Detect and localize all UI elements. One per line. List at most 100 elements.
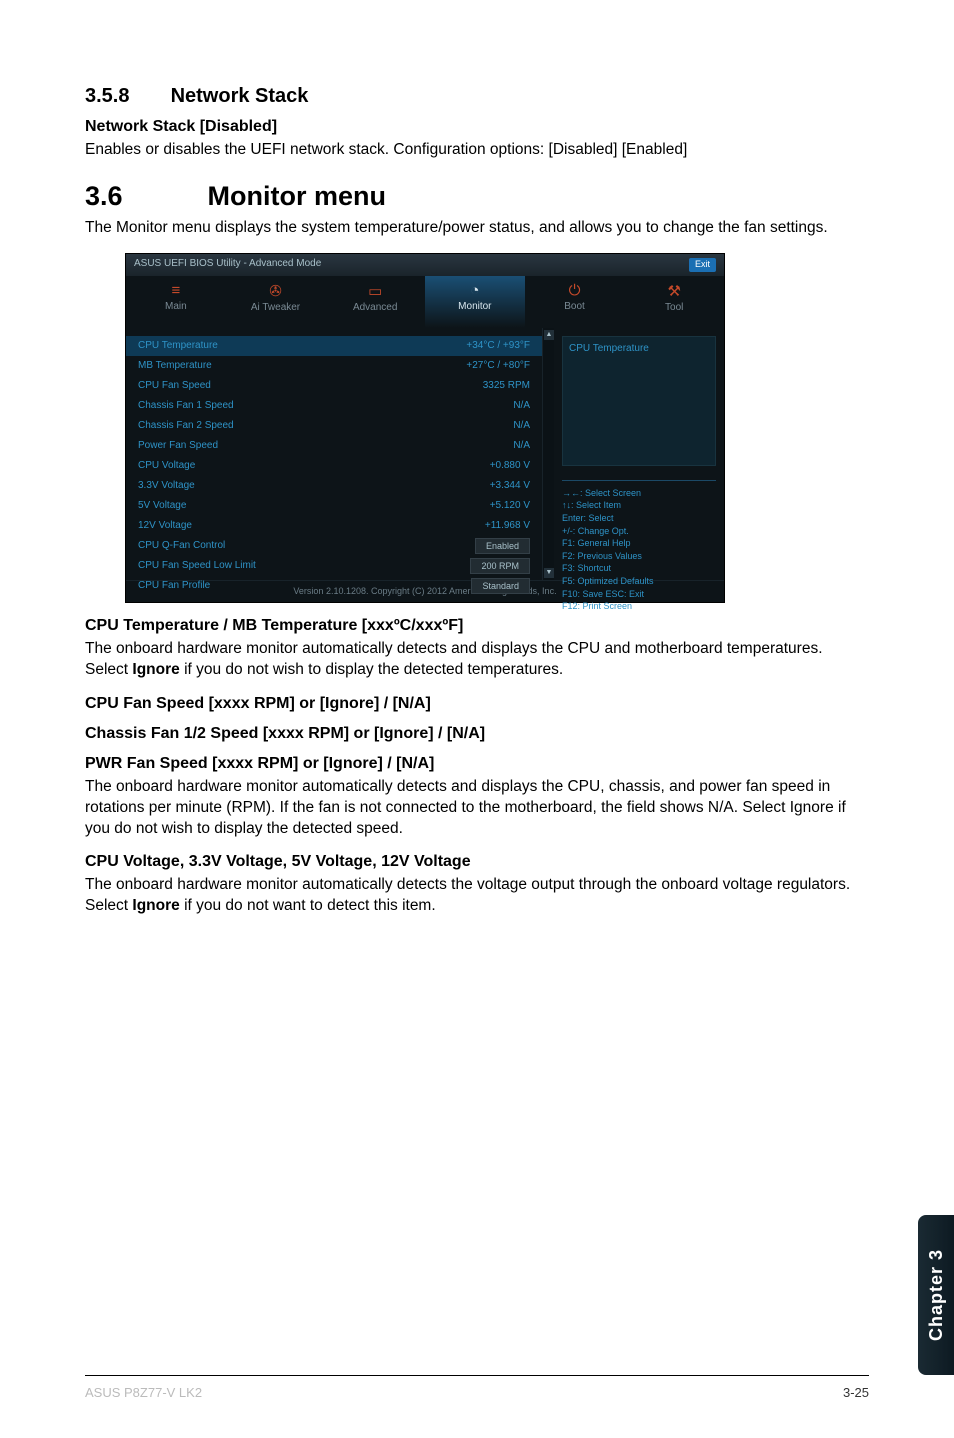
- row-label: CPU Fan Profile: [138, 580, 210, 591]
- tab-label: Ai Tweaker: [251, 302, 300, 313]
- chip-icon: ▭: [325, 282, 425, 300]
- bios-help-keys: →←: Select Screen ↑↓: Select Item Enter:…: [562, 480, 716, 613]
- help-line: →←: Select Screen: [562, 487, 716, 500]
- scroll-up-icon[interactable]: ▲: [544, 330, 554, 340]
- bold-text: Ignore: [132, 661, 179, 678]
- tab-tool[interactable]: ⚒ Tool: [624, 276, 724, 328]
- wrench-icon: ✇: [226, 282, 326, 300]
- page-content: 3.5.8 Network Stack Network Stack [Disab…: [0, 0, 954, 917]
- bios-scrollbar[interactable]: ▲ ▼: [542, 328, 554, 580]
- row-pwr-fan[interactable]: Power Fan Speed N/A: [126, 436, 542, 456]
- row-value: +0.880 V: [490, 460, 530, 471]
- tab-aitweaker[interactable]: ✇ Ai Tweaker: [226, 276, 326, 328]
- row-12v[interactable]: 12V Voltage +11.968 V: [126, 516, 542, 536]
- power-icon: ⏻: [525, 282, 625, 299]
- pwr-fan-speed-heading: PWR Fan Speed [xxxx RPM] or [Ignore] / […: [85, 755, 869, 773]
- voltages-heading: CPU Voltage, 3.3V Voltage, 5V Voltage, 1…: [85, 853, 869, 871]
- row-label: 12V Voltage: [138, 520, 192, 531]
- footer-rule: [85, 1375, 869, 1376]
- help-line: F1: General Help: [562, 537, 716, 550]
- network-stack-body: Enables or disables the UEFI network sta…: [85, 140, 869, 161]
- tool-icon: ⚒: [624, 282, 724, 300]
- row-label: CPU Fan Speed: [138, 380, 211, 391]
- bold-text: Ignore: [132, 897, 179, 914]
- section-number: 3.6: [85, 181, 200, 212]
- row-value: N/A: [513, 420, 530, 431]
- section-title: Network Stack: [171, 85, 309, 107]
- help-line: F12: Print Screen: [562, 600, 716, 613]
- help-line: ↑↓: Select Item: [562, 499, 716, 512]
- tab-label: Advanced: [353, 302, 397, 313]
- row-value: +34°C / +93°F: [466, 340, 530, 351]
- tab-advanced[interactable]: ▭ Advanced: [325, 276, 425, 328]
- tab-boot[interactable]: ⏻ Boot: [525, 276, 625, 328]
- section-36-heading: 3.6 Monitor menu: [85, 181, 869, 212]
- row-button[interactable]: Standard: [471, 578, 530, 594]
- row-value: +5.120 V: [490, 500, 530, 511]
- row-value: 3325 RPM: [483, 380, 530, 391]
- voltages-body: The onboard hardware monitor automatical…: [85, 875, 869, 917]
- help-line: F3: Shortcut: [562, 562, 716, 575]
- row-cpu-fan[interactable]: CPU Fan Speed 3325 RPM: [126, 376, 542, 396]
- row-value: +11.968 V: [485, 520, 530, 531]
- cpu-mb-temp-heading: CPU Temperature / MB Temperature [xxxºC/…: [85, 617, 869, 635]
- bios-title: ASUS UEFI BIOS Utility - Advanced Mode: [134, 258, 321, 272]
- row-label: 5V Voltage: [138, 500, 186, 511]
- tab-monitor[interactable]: ◔Monitor: [425, 276, 525, 328]
- help-line: F10: Save ESC: Exit: [562, 588, 716, 601]
- text: if you do not wish to display the detect…: [180, 661, 563, 678]
- footer-page-number: 3-25: [843, 1385, 869, 1400]
- row-cpu-temp[interactable]: CPU Temperature +34°C / +93°F: [126, 336, 542, 356]
- row-cpu-voltage[interactable]: CPU Voltage +0.880 V: [126, 456, 542, 476]
- row-33v[interactable]: 3.3V Voltage+3.344 V: [126, 476, 542, 496]
- help-line: F2: Previous Values: [562, 550, 716, 563]
- help-line: Enter: Select: [562, 512, 716, 525]
- pwr-fan-speed-body: The onboard hardware monitor automatical…: [85, 777, 869, 840]
- tab-label: Tool: [665, 302, 683, 313]
- row-qfan[interactable]: CPU Q-Fan ControlEnabled: [126, 536, 542, 556]
- row-label: CPU Temperature: [138, 340, 218, 351]
- row-cha2[interactable]: Chassis Fan 2 Speed N/A: [126, 416, 542, 436]
- bios-right-panel: CPU Temperature →←: Select Screen ↑↓: Se…: [554, 328, 724, 580]
- footer-model: ASUS P8Z77-V LK2: [85, 1385, 202, 1400]
- row-value: N/A: [513, 440, 530, 451]
- cpu-mb-temp-body: The onboard hardware monitor automatical…: [85, 639, 869, 681]
- bios-list: CPU Temperature +34°C / +93°F MB Temperat…: [126, 328, 542, 580]
- section-number: 3.5.8: [85, 85, 165, 108]
- row-label: Chassis Fan 1 Speed: [138, 400, 234, 411]
- scroll-down-icon[interactable]: ▼: [544, 568, 554, 578]
- monitor-menu-intro: The Monitor menu displays the system tem…: [85, 218, 869, 239]
- help-line: F5: Optimized Defaults: [562, 575, 716, 588]
- row-label: CPU Voltage: [138, 460, 195, 471]
- text: if you do not want to detect this item.: [180, 897, 436, 914]
- bios-exit-button[interactable]: Exit: [689, 258, 716, 272]
- row-mb-temp[interactable]: MB Temperature +27°C / +80°F: [126, 356, 542, 376]
- row-label: CPU Fan Speed Low Limit: [138, 560, 256, 571]
- network-stack-heading: Network Stack [Disabled]: [85, 118, 869, 136]
- bios-screenshot: ASUS UEFI BIOS Utility - Advanced Mode E…: [125, 253, 725, 603]
- section-title: Monitor menu: [208, 181, 386, 211]
- chassis-fan-speed-heading: Chassis Fan 1/2 Speed [xxxx RPM] or [Ign…: [85, 725, 869, 743]
- row-button[interactable]: 200 RPM: [470, 558, 530, 574]
- tab-label: Boot: [564, 301, 585, 312]
- list-icon: ≡: [126, 282, 226, 299]
- bios-titlebar: ASUS UEFI BIOS Utility - Advanced Mode E…: [126, 254, 724, 276]
- chapter-side-tab: Chapter 3: [918, 1215, 954, 1375]
- row-value: N/A: [513, 400, 530, 411]
- bios-nav: ≡ Main ✇ Ai Tweaker ▭ Advanced ◔Monitor ⏻ Bo…: [126, 276, 724, 328]
- row-label: Chassis Fan 2 Speed: [138, 420, 234, 431]
- chapter-label: Chapter 3: [926, 1249, 947, 1341]
- row-low-limit[interactable]: CPU Fan Speed Low Limit 200 RPM: [126, 556, 542, 576]
- row-label: Power Fan Speed: [138, 440, 218, 451]
- tab-main[interactable]: ≡ Main: [126, 276, 226, 328]
- help-line: +/-: Change Opt.: [562, 525, 716, 538]
- row-cha1[interactable]: Chassis Fan 1 Speed N/A: [126, 396, 542, 416]
- bios-help-context: CPU Temperature: [562, 336, 716, 466]
- row-label: MB Temperature: [138, 360, 212, 371]
- row-profile[interactable]: CPU Fan Profile Standard: [126, 576, 542, 596]
- row-value: +27°C / +80°F: [466, 360, 530, 371]
- row-5v[interactable]: 5V Voltage +5.120 V: [126, 496, 542, 516]
- row-button[interactable]: Enabled: [475, 538, 530, 554]
- bios-body: CPU Temperature +34°C / +93°F MB Temperat…: [126, 328, 724, 580]
- tab-label: Main: [165, 301, 187, 312]
